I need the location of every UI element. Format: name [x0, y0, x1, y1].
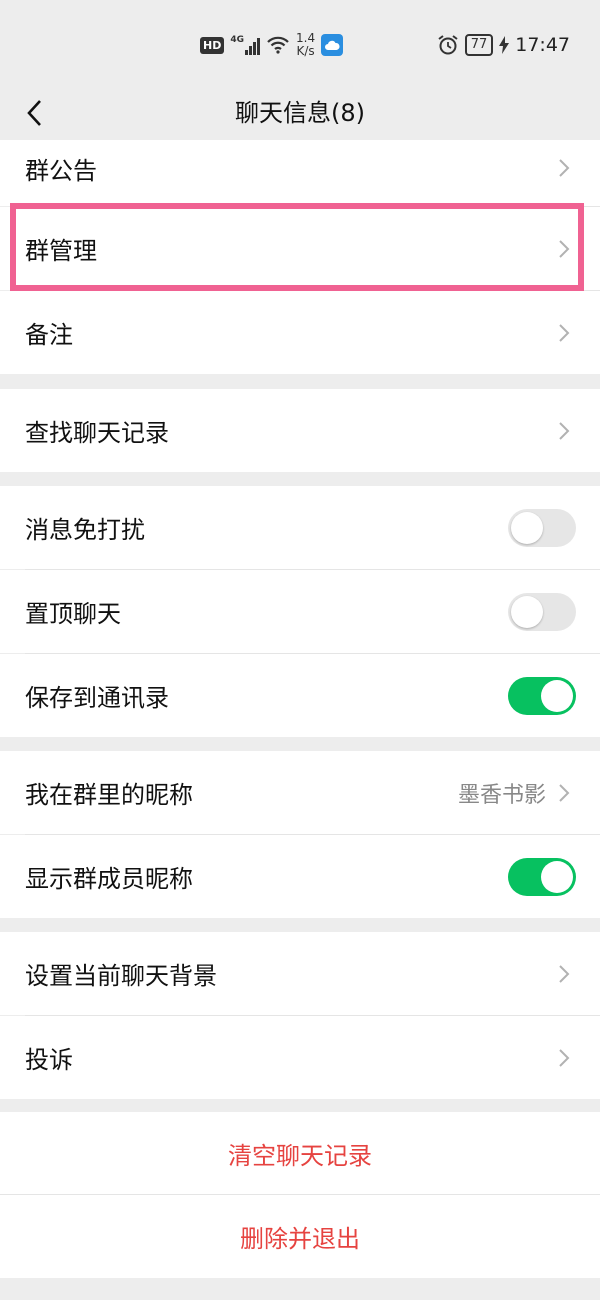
- chevron-right-icon: [558, 322, 572, 344]
- row-chat-background[interactable]: 设置当前聊天背景: [0, 932, 600, 1015]
- alarm-icon: [438, 35, 458, 55]
- row-group-notice[interactable]: 群公告: [0, 140, 600, 206]
- clear-history-button[interactable]: 清空聊天记录: [0, 1112, 600, 1195]
- row-label: 投诉: [25, 1046, 73, 1074]
- weather-app-icon: [321, 34, 344, 56]
- row-label: 置顶聊天: [25, 600, 121, 628]
- row-label: 显示群成员昵称: [25, 865, 193, 893]
- row-label: 保存到通讯录: [25, 684, 169, 712]
- status-icons-right: 77 17:47: [437, 32, 570, 58]
- row-label: 我在群里的昵称: [25, 781, 193, 809]
- row-search-history[interactable]: 查找聊天记录: [0, 389, 600, 472]
- row-label: 群管理: [25, 237, 97, 265]
- speed-unit: K/s: [296, 44, 315, 58]
- row-save-contacts: 保存到通讯录: [0, 654, 600, 737]
- status-icons-left: HD 4G 1.4 K/s: [200, 32, 344, 58]
- network-type: 4G: [230, 35, 244, 45]
- battery-indicator: 77: [464, 34, 494, 56]
- charging-icon: [499, 36, 510, 54]
- chevron-right-icon: [558, 1047, 572, 1069]
- row-label: 备注: [25, 321, 73, 349]
- row-show-nicknames: 显示群成员昵称: [0, 835, 600, 918]
- row-group-manage[interactable]: 群管理: [0, 207, 600, 290]
- signal-icon: 4G: [230, 35, 260, 55]
- row-label: 消息免打扰: [25, 516, 145, 544]
- row-remark[interactable]: 备注: [0, 291, 600, 374]
- delete-exit-label: 删除并退出: [240, 1225, 360, 1253]
- toggle-knob: [511, 595, 543, 628]
- row-label: 设置当前聊天背景: [25, 962, 217, 990]
- nav-bar: 聊天信息(8): [0, 88, 600, 140]
- toggle-knob: [541, 679, 573, 712]
- row-label: 群公告: [25, 156, 97, 185]
- row-complain[interactable]: 投诉: [0, 1016, 600, 1099]
- toggle-knob: [541, 860, 573, 893]
- network-speed: 1.4 K/s: [296, 32, 315, 58]
- wifi-icon: [267, 36, 289, 54]
- nickname-value: 墨香书影: [457, 782, 546, 808]
- speed-value: 1.4: [296, 31, 316, 45]
- hd-badge: HD: [200, 36, 225, 54]
- status-bar: HD 4G 1.4 K/s 77 17:47: [0, 0, 600, 88]
- row-mute: 消息免打扰: [0, 486, 600, 569]
- row-pin: 置顶聊天: [0, 570, 600, 653]
- page-title: 聊天信息(8): [235, 99, 365, 127]
- delete-exit-button[interactable]: 删除并退出: [0, 1195, 600, 1278]
- save-contacts-toggle[interactable]: [508, 676, 576, 715]
- chevron-right-icon: [558, 963, 572, 985]
- pin-toggle[interactable]: [508, 592, 576, 631]
- chevron-right-icon: [558, 420, 572, 442]
- mute-toggle[interactable]: [508, 508, 576, 547]
- toggle-knob: [511, 511, 543, 544]
- clock: 17:47: [515, 34, 570, 56]
- chevron-right-icon: [558, 782, 572, 804]
- row-label: 查找聊天记录: [25, 419, 169, 447]
- clear-history-label: 清空聊天记录: [228, 1142, 372, 1170]
- chevron-right-icon: [558, 157, 572, 179]
- row-my-nickname[interactable]: 我在群里的昵称 墨香书影: [0, 751, 600, 834]
- chevron-right-icon: [558, 238, 572, 260]
- show-nicknames-toggle[interactable]: [508, 857, 576, 896]
